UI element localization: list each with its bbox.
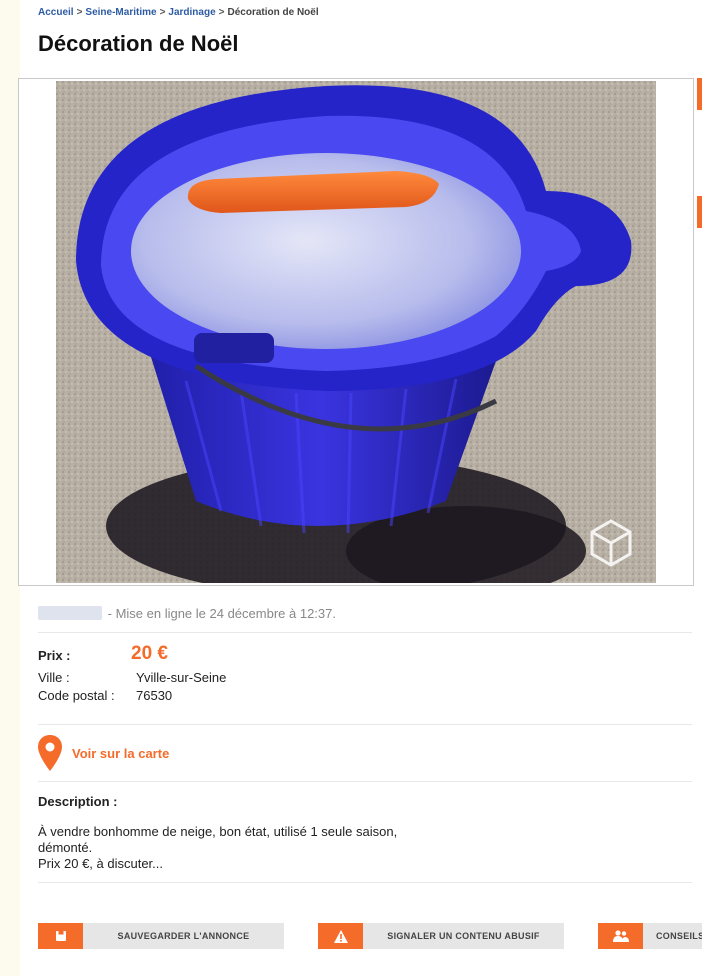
side-tab[interactable] (697, 78, 702, 110)
breadcrumb-separator: > (76, 7, 83, 18)
postal-row: Code postal : 76530 (38, 688, 172, 703)
description-text: À vendre bonhomme de neige, bon état, ut… (38, 824, 398, 871)
posted-date: - Mise en ligne le 24 décembre à 12:37. (38, 606, 336, 621)
breadcrumb-link-seine-maritime[interactable]: Seine-Maritime (85, 7, 156, 18)
divider (38, 724, 692, 725)
breadcrumb-link-jardinage[interactable]: Jardinage (168, 7, 215, 18)
save-listing-button[interactable]: SAUVEGARDER L'ANNONCE (38, 923, 284, 949)
description-title: Description : (38, 794, 118, 809)
advice-button[interactable]: CONSEILS (598, 923, 702, 949)
price-value: 20 € (131, 643, 168, 664)
city-row: Ville : Yville-sur-Seine (38, 670, 226, 685)
postal-value: 76530 (136, 688, 173, 703)
breadcrumb-current: Décoration de Noël (227, 7, 319, 18)
breadcrumb-separator: > (159, 7, 166, 18)
divider (38, 882, 692, 883)
listing-page: Accueil > Seine-Maritime > Jardinage > Décorat… (18, 0, 702, 976)
divider (38, 781, 692, 782)
blurred-seller-name (38, 606, 102, 620)
report-abuse-label: SIGNALER UN CONTENU ABUSIF (387, 931, 540, 941)
divider (38, 632, 692, 633)
warning-icon (318, 923, 363, 949)
map-pin-icon (38, 735, 62, 771)
price-label: Prix : (38, 648, 71, 663)
breadcrumb: Accueil > Seine-Maritime > Jardinage > Décorat… (38, 7, 319, 18)
advice-label: CONSEILS (656, 931, 702, 941)
breadcrumb-link-accueil[interactable]: Accueil (38, 7, 74, 18)
page-title: Décoration de Noël (38, 31, 239, 56)
handle-clip (194, 333, 274, 363)
city-label: Ville : (38, 670, 70, 685)
posted-text: - Mise en ligne le 24 décembre à 12:37. (107, 606, 336, 621)
save-icon (38, 923, 83, 949)
map-link[interactable]: Voir sur la carte (38, 733, 169, 773)
postal-label: Code postal : (38, 688, 115, 703)
map-link-label: Voir sur la carte (72, 745, 170, 761)
report-abuse-button[interactable]: SIGNALER UN CONTENU ABUSIF (318, 923, 564, 949)
users-icon (598, 923, 643, 949)
save-listing-label: SAUVEGARDER L'ANNONCE (117, 931, 250, 941)
photo-frame (18, 78, 694, 586)
breadcrumb-separator: > (218, 7, 225, 18)
city-value: Yville-sur-Seine (136, 670, 227, 685)
listing-photo[interactable] (56, 81, 656, 583)
side-tab[interactable] (697, 196, 702, 228)
